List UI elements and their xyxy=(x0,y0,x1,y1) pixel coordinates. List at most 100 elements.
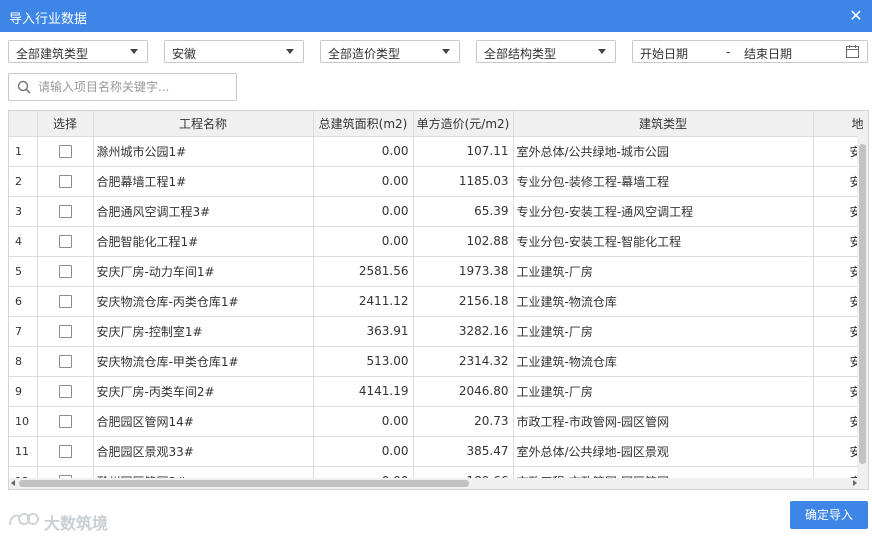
building-type-value: 全部建筑类型 xyxy=(16,47,89,61)
row-select-cell[interactable] xyxy=(37,226,94,257)
row-checkbox[interactable] xyxy=(58,355,72,368)
col-header-cost[interactable]: 单方造价(元/m2) xyxy=(413,111,514,137)
row-index: 10 xyxy=(9,406,38,437)
project-name: 安庆物流仓库-丙类仓库1# xyxy=(93,286,314,317)
col-header-index xyxy=(9,111,38,137)
row-checkbox[interactable] xyxy=(58,205,72,218)
col-header-region[interactable]: 地 xyxy=(813,111,868,137)
unit-cost: 65.39 xyxy=(413,196,514,227)
search-box[interactable] xyxy=(8,73,237,101)
building-type: 工业建筑-厂房 xyxy=(513,376,814,407)
building-type: 市政工程-市政管网-园区管网 xyxy=(513,406,814,437)
building-type: 工业建筑-厂房 xyxy=(513,316,814,347)
table-row[interactable]: 9 安庆厂房-丙类车间2# 4141.19 2046.80 工业建筑-厂房 安 xyxy=(9,376,868,407)
title-bar: 导入行业数据 ✕ xyxy=(0,0,872,32)
horizontal-scroll-thumb[interactable] xyxy=(19,480,469,487)
unit-cost: 2046.80 xyxy=(413,376,514,407)
row-checkbox[interactable] xyxy=(58,295,72,308)
building-type: 室外总体/公共绿地-城市公园 xyxy=(513,136,814,167)
vertical-scrollbar[interactable] xyxy=(857,136,868,480)
unit-cost: 3282.16 xyxy=(413,316,514,347)
row-select-cell[interactable] xyxy=(37,256,94,287)
search-input[interactable] xyxy=(38,78,228,96)
province-value: 安徽 xyxy=(172,47,197,61)
row-index: 3 xyxy=(9,196,38,227)
row-select-cell[interactable] xyxy=(37,136,94,167)
table-row[interactable]: 6 安庆物流仓库-丙类仓库1# 2411.12 2156.18 工业建筑-物流仓… xyxy=(9,286,868,317)
row-index: 7 xyxy=(9,316,38,347)
caret-down-icon xyxy=(286,49,294,54)
watermark-text: 大数筑境 xyxy=(44,514,109,533)
table-row[interactable]: 8 安庆物流仓库-甲类仓库1# 513.00 2314.32 工业建筑-物流仓库… xyxy=(9,346,868,377)
row-select-cell[interactable] xyxy=(37,406,94,437)
project-name: 安庆厂房-控制室1# xyxy=(93,316,314,347)
row-checkbox[interactable] xyxy=(58,415,72,428)
col-header-name[interactable]: 工程名称 xyxy=(93,111,314,137)
building-type: 专业分包-装修工程-幕墙工程 xyxy=(513,166,814,197)
table-row[interactable]: 5 安庆厂房-动力车间1# 2581.56 1973.38 工业建筑-厂房 安 xyxy=(9,256,868,287)
row-checkbox[interactable] xyxy=(58,235,72,248)
project-name: 合肥智能化工程1# xyxy=(93,226,314,257)
col-header-building-type[interactable]: 建筑类型 xyxy=(513,111,814,137)
watermark-logo-icon xyxy=(9,513,39,526)
vertical-scroll-thumb[interactable] xyxy=(859,144,866,464)
row-select-cell[interactable] xyxy=(37,286,94,317)
dialog-title: 导入行业数据 xyxy=(9,12,88,27)
col-header-select[interactable]: 选择 xyxy=(37,111,94,137)
row-index: 11 xyxy=(9,436,38,467)
caret-down-icon xyxy=(598,49,606,54)
table-row[interactable]: 11 合肥园区景观33# 0.00 385.47 室外总体/公共绿地-园区景观 … xyxy=(9,436,868,467)
date-range-picker[interactable]: 开始日期 - 结束日期 xyxy=(632,40,868,63)
structure-type-value: 全部结构类型 xyxy=(484,47,557,61)
project-table: 选择 工程名称 总建筑面积(m2) 单方造价(元/m2) 建筑类型 地 1 滁州… xyxy=(9,111,868,489)
row-checkbox[interactable] xyxy=(58,265,72,278)
row-index: 2 xyxy=(9,166,38,197)
row-checkbox[interactable] xyxy=(58,145,72,158)
structure-type-select[interactable]: 全部结构类型 xyxy=(476,40,616,63)
col-header-area[interactable]: 总建筑面积(m2) xyxy=(313,111,414,137)
row-index: 5 xyxy=(9,256,38,287)
scroll-left-icon[interactable] xyxy=(11,480,15,486)
close-icon[interactable]: ✕ xyxy=(846,6,866,26)
unit-cost: 107.11 xyxy=(413,136,514,167)
project-name: 合肥幕墙工程1# xyxy=(93,166,314,197)
unit-cost: 1973.38 xyxy=(413,256,514,287)
row-select-cell[interactable] xyxy=(37,316,94,347)
project-name: 合肥园区管网14# xyxy=(93,406,314,437)
row-select-cell[interactable] xyxy=(37,436,94,467)
total-area: 513.00 xyxy=(313,346,414,377)
row-select-cell[interactable] xyxy=(37,166,94,197)
total-area: 363.91 xyxy=(313,316,414,347)
row-select-cell[interactable] xyxy=(37,196,94,227)
table-row[interactable]: 2 合肥幕墙工程1# 0.00 1185.03 专业分包-装修工程-幕墙工程 安 xyxy=(9,166,868,197)
date-start[interactable]: 开始日期 xyxy=(640,45,688,62)
row-select-cell[interactable] xyxy=(37,376,94,407)
province-select[interactable]: 安徽 xyxy=(164,40,304,63)
table-row[interactable]: 7 安庆厂房-控制室1# 363.91 3282.16 工业建筑-厂房 安 xyxy=(9,316,868,347)
building-type: 专业分包-安装工程-智能化工程 xyxy=(513,226,814,257)
table-row[interactable]: 1 滁州城市公园1# 0.00 107.11 室外总体/公共绿地-城市公园 安 xyxy=(9,136,868,167)
unit-cost: 2156.18 xyxy=(413,286,514,317)
unit-cost: 2314.32 xyxy=(413,346,514,377)
row-checkbox[interactable] xyxy=(58,325,72,338)
building-type: 工业建筑-物流仓库 xyxy=(513,286,814,317)
unit-cost: 1185.03 xyxy=(413,166,514,197)
calendar-icon[interactable] xyxy=(846,45,859,58)
table-row[interactable]: 10 合肥园区管网14# 0.00 20.73 市政工程-市政管网-园区管网 安 xyxy=(9,406,868,437)
row-select-cell[interactable] xyxy=(37,346,94,377)
building-type-select[interactable]: 全部建筑类型 xyxy=(8,40,148,63)
confirm-import-button[interactable]: 确定导入 xyxy=(790,501,868,529)
project-name: 安庆厂房-动力车间1# xyxy=(93,256,314,287)
date-end[interactable]: 结束日期 xyxy=(744,45,792,62)
table-row[interactable]: 3 合肥通风空调工程3# 0.00 65.39 专业分包-安装工程-通风空调工程… xyxy=(9,196,868,227)
project-name: 滁州城市公园1# xyxy=(93,136,314,167)
building-type: 室外总体/公共绿地-园区景观 xyxy=(513,436,814,467)
row-checkbox[interactable] xyxy=(58,175,72,188)
horizontal-scrollbar[interactable] xyxy=(9,478,859,489)
table-row[interactable]: 4 合肥智能化工程1# 0.00 102.88 专业分包-安装工程-智能化工程 … xyxy=(9,226,868,257)
row-index: 8 xyxy=(9,346,38,377)
table-header-row: 选择 工程名称 总建筑面积(m2) 单方造价(元/m2) 建筑类型 地 xyxy=(9,111,868,137)
cost-type-select[interactable]: 全部造价类型 xyxy=(320,40,460,63)
row-checkbox[interactable] xyxy=(58,385,72,398)
row-checkbox[interactable] xyxy=(58,445,72,458)
